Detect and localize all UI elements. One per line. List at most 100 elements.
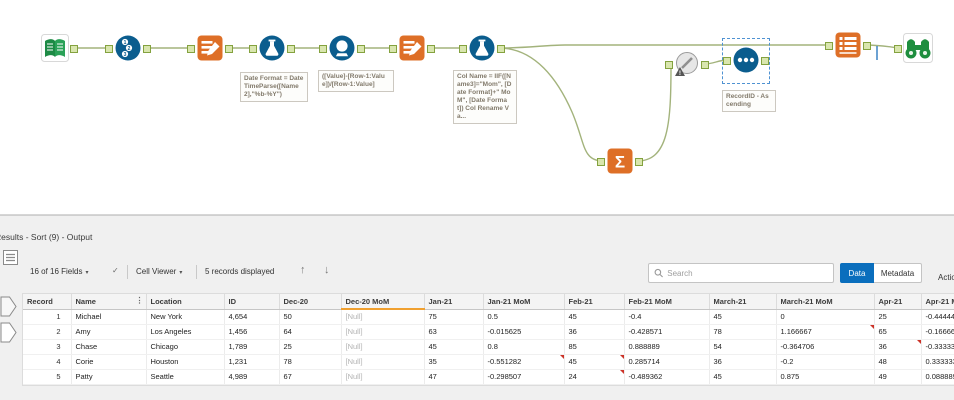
data-cell[interactable]: 64 (279, 324, 342, 340)
select-tool-2[interactable] (389, 33, 435, 63)
search-input[interactable] (667, 268, 828, 278)
data-cell[interactable]: 67 (279, 369, 342, 385)
data-cell[interactable]: New York (146, 309, 225, 325)
cell-viewer-dropdown[interactable]: Cell Viewer ▾ (136, 267, 182, 276)
browse-tool[interactable] (894, 32, 934, 64)
data-cell[interactable]: -0.364706 (776, 339, 875, 355)
record-number-cell[interactable]: 2 (23, 324, 72, 340)
sort-tool[interactable] (723, 45, 769, 75)
data-cell[interactable]: 1.166667 (776, 324, 875, 340)
data-cell[interactable]: [Null] (341, 354, 425, 370)
data-cell[interactable]: 65 (874, 324, 922, 340)
data-cell[interactable]: 0.088889 (921, 369, 954, 385)
apply-check-icon[interactable]: ✓ (112, 266, 119, 275)
column-header-apr-21[interactable]: Apr-21 (874, 294, 922, 310)
data-cell[interactable]: Chase (71, 339, 147, 355)
data-cell[interactable]: [Null] (341, 309, 425, 325)
data-cell[interactable]: Amy (71, 324, 147, 340)
data-cell[interactable]: 45 (709, 369, 777, 385)
data-cell[interactable]: 4,989 (224, 369, 280, 385)
data-cell[interactable]: 78 (279, 354, 342, 370)
record-number-cell[interactable]: 4 (23, 354, 72, 370)
actions-menu-button[interactable]: Actions (938, 267, 954, 287)
scroll-up-button[interactable]: ↑ (300, 264, 306, 276)
data-cell[interactable]: 0.8 (483, 339, 565, 355)
column-header-march-21-mom[interactable]: March-21 MoM (776, 294, 875, 310)
fields-dropdown[interactable]: 16 of 16 Fields ▾ (30, 267, 89, 276)
macro-tool[interactable]: ! (665, 50, 709, 78)
data-cell[interactable]: -0.015625 (483, 324, 565, 340)
column-header-feb-21[interactable]: Feb-21 (564, 294, 625, 310)
column-header-dec-20[interactable]: Dec-20 (279, 294, 342, 310)
data-cell[interactable]: -0.298507 (483, 369, 565, 385)
data-cell[interactable]: Michael (71, 309, 147, 325)
column-header-dec-20-mom[interactable]: Dec-20 MoM (341, 294, 425, 310)
record-number-cell[interactable]: 5 (23, 369, 72, 385)
data-cell[interactable]: 45 (709, 309, 777, 325)
data-cell[interactable]: 45 (564, 354, 625, 370)
data-cell[interactable]: Corie (71, 354, 147, 370)
data-cell[interactable]: 85 (564, 339, 625, 355)
scroll-down-button[interactable]: ↓ (324, 264, 330, 276)
data-cell[interactable]: 45 (564, 309, 625, 325)
data-cell[interactable]: 0.888889 (624, 339, 710, 355)
column-header-jan-21-mom[interactable]: Jan-21 MoM (483, 294, 565, 310)
summarize-tool[interactable]: Σ (597, 146, 643, 176)
data-cell[interactable]: -0.333333 (921, 339, 954, 355)
data-cell[interactable]: [Null] (341, 369, 425, 385)
data-cell[interactable]: 36 (709, 354, 777, 370)
data-cell[interactable]: 0.333333 (921, 354, 954, 370)
table-row[interactable]: 5 Patty Seattle 4,989 67 [Null] 47 -0.298507 24 -… (23, 369, 954, 385)
table-row[interactable]: 4 Corie Houston 1,231 78 [Null] 35 -0.551282 45 0… (23, 354, 954, 370)
workflow-canvas[interactable]: 1 2 3 Σ ! Date Format = DateTimeParse([N… (0, 0, 954, 215)
data-cell[interactable]: 25 (279, 339, 342, 355)
data-cell[interactable]: 25 (874, 309, 922, 325)
data-cell[interactable]: 0 (776, 309, 875, 325)
data-tab-button[interactable]: Data (840, 263, 874, 283)
data-cell[interactable]: -0.166667 (921, 324, 954, 340)
output-anchor-button[interactable] (0, 322, 17, 348)
column-header-apr-21-mom[interactable]: Apr-21 MoM (921, 294, 954, 310)
formula-tool-1[interactable] (249, 33, 295, 63)
data-cell[interactable]: 36 (874, 339, 922, 355)
column-header-jan-21[interactable]: Jan-21 (424, 294, 484, 310)
data-cell[interactable]: 78 (709, 324, 777, 340)
multi-row-formula-tool[interactable] (319, 33, 365, 63)
column-header-record[interactable]: Record (23, 294, 72, 310)
data-cell[interactable]: 36 (564, 324, 625, 340)
data-cell[interactable]: 1,231 (224, 354, 280, 370)
data-cell[interactable]: 4,654 (224, 309, 280, 325)
results-data-grid[interactable]: Record Name ⋮ Location ID Dec-20 Dec-20 MoM Jan… (22, 293, 954, 386)
column-header-name[interactable]: Name ⋮ (71, 294, 147, 310)
select-tool-1[interactable] (187, 33, 233, 63)
data-cell[interactable]: 24 (564, 369, 625, 385)
data-cell[interactable]: 48 (874, 354, 922, 370)
record-number-cell[interactable]: 1 (23, 309, 72, 325)
data-cell[interactable]: -0.2 (776, 354, 875, 370)
data-cell[interactable]: 47 (424, 369, 484, 385)
input-data-tool[interactable] (40, 33, 78, 63)
data-cell[interactable]: Houston (146, 354, 225, 370)
column-header-feb-21-mom[interactable]: Feb-21 MoM (624, 294, 710, 310)
record-id-tool[interactable]: 1 2 3 (105, 33, 151, 63)
data-cell[interactable]: -0.489362 (624, 369, 710, 385)
data-cell[interactable]: -0.551282 (483, 354, 565, 370)
search-field[interactable] (648, 263, 834, 283)
data-cell[interactable]: Los Angeles (146, 324, 225, 340)
column-header-id[interactable]: ID (224, 294, 280, 310)
data-cell[interactable]: 49 (874, 369, 922, 385)
data-cell[interactable]: -0.444444 (921, 309, 954, 325)
data-cell[interactable]: 54 (709, 339, 777, 355)
formula-tool-2[interactable] (459, 33, 505, 63)
record-number-cell[interactable]: 3 (23, 339, 72, 355)
data-cell[interactable]: 0.875 (776, 369, 875, 385)
data-cell[interactable]: Patty (71, 369, 147, 385)
data-cell[interactable]: [Null] (341, 324, 425, 340)
table-row[interactable]: 2 Amy Los Angeles 1,456 64 [Null] 63 -0.015625 3… (23, 324, 954, 340)
data-cell[interactable]: Seattle (146, 369, 225, 385)
column-header-march-21[interactable]: March-21 (709, 294, 777, 310)
data-cell[interactable]: 45 (424, 339, 484, 355)
data-cell[interactable]: 35 (424, 354, 484, 370)
column-header-location[interactable]: Location (146, 294, 225, 310)
column-menu-icon[interactable]: ⋮ (136, 296, 144, 305)
